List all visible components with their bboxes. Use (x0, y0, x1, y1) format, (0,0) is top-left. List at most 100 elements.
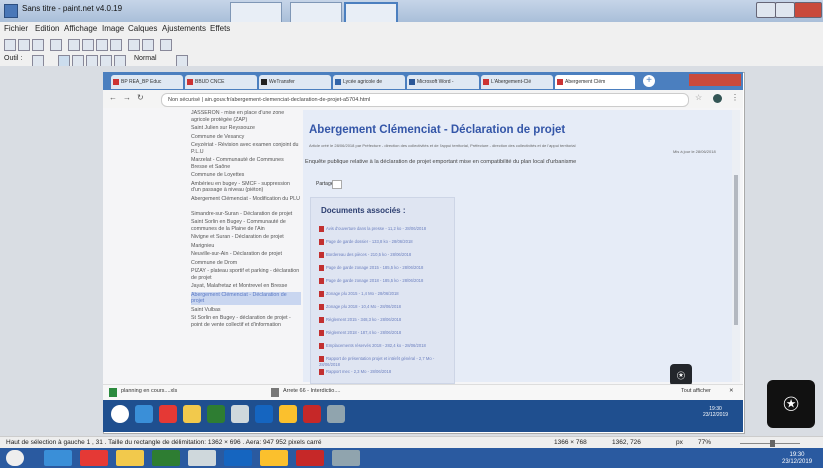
document-link[interactable]: Page de garde zonage 2018 - 185,5 ko - 2… (319, 278, 449, 284)
browser-tab[interactable]: Lycée agricole de (333, 75, 405, 89)
menu-ajustements[interactable]: Ajustements (162, 24, 206, 33)
start-button[interactable] (6, 450, 24, 466)
browser-tab[interactable]: Microsoft Word - (407, 75, 479, 89)
bookmark-star-icon[interactable]: ☆ (695, 93, 702, 102)
browser-tab[interactable]: WeTransfer (259, 75, 331, 89)
sidebar-item[interactable]: St Sorlin en Bugey - déclaration de proj… (191, 315, 301, 328)
menu-fichier[interactable]: Fichier (4, 24, 28, 33)
maximize-button[interactable] (775, 2, 795, 18)
download-item[interactable]: Arrete 66 - Interdictio.... (283, 388, 340, 394)
browser-tab-active[interactable]: Abergement Clém (555, 75, 635, 89)
document-link[interactable]: Bordereau des pièces - 210,5 ko - 28/06/… (319, 252, 449, 258)
acrobat-icon[interactable] (296, 450, 324, 466)
back-icon[interactable]: ← (109, 93, 117, 102)
blend-mode-select[interactable]: Normal (134, 55, 157, 62)
document-link[interactable]: Rapport mec - 2,3 Mo - 28/06/2018 (319, 369, 449, 375)
browser-window-controls[interactable] (689, 74, 741, 86)
paste-icon[interactable] (96, 39, 108, 51)
share-icon[interactable] (332, 180, 342, 189)
document-link[interactable]: Règlement 2018 - 187,4 ko - 28/06/2018 (319, 330, 449, 336)
document-link[interactable]: Emplacements réservés 2018 - 282,4 ko - … (319, 343, 449, 349)
explorer-icon[interactable] (116, 450, 144, 466)
start-button[interactable] (111, 405, 129, 423)
menu-effets[interactable]: Effets (210, 24, 230, 33)
new-icon[interactable] (4, 39, 16, 51)
sidebar-item[interactable]: Marzelat - Communauté de Communes Bresse… (191, 157, 301, 170)
sidebar-item[interactable]: Neuville-sur-Ain - Déclaration de projet (191, 251, 301, 258)
url-field[interactable]: Non sécurisé | ain.gouv.fr/abergement-cl… (161, 93, 689, 107)
accessibility-button[interactable]: ⍟ (767, 380, 815, 428)
app-icon[interactable] (231, 405, 249, 423)
image-thumbnail[interactable] (290, 2, 342, 24)
show-all-downloads-button[interactable]: Tout afficher (681, 388, 711, 394)
document-link[interactable]: Page de garde dossier - 133,8 ko - 28/06… (319, 239, 449, 245)
sidebar-item[interactable]: JASSERON - mise en place d'une zone agri… (191, 110, 301, 123)
browser-tab[interactable]: BBUD CNCE (185, 75, 257, 89)
sidebar-item[interactable]: PIZAY - plateau sportif et parking - déc… (191, 268, 301, 281)
sidebar-item[interactable]: Saint Vulbas (191, 307, 301, 314)
sidebar-item[interactable]: Ambérieu en bugey - SMCF - suppression d… (191, 181, 301, 194)
sidebar-item[interactable]: Nivigne et Suran - Déclaration de projet (191, 234, 301, 241)
minimize-button[interactable] (756, 2, 776, 18)
menu-image[interactable]: Image (102, 24, 124, 33)
sidebar-item[interactable]: Jayat, Malafretaz et Montrevel en Bresse (191, 283, 301, 290)
sidebar-item[interactable]: Saint Sorlin en Bugey - Communauté de co… (191, 219, 301, 232)
sidebar-item[interactable]: Commune de Loyettes (191, 172, 301, 179)
new-tab-icon[interactable]: + (643, 75, 655, 87)
paintnet-icon[interactable] (332, 450, 360, 466)
sidebar-item[interactable]: Abergement Clémenciat - Modification du … (191, 196, 301, 203)
browser-menu-icon[interactable]: ⋮ (731, 93, 739, 102)
browser-tab[interactable]: BP REA_BP Educ (111, 75, 183, 89)
menu-affichage[interactable]: Affichage (64, 24, 97, 33)
copy-icon[interactable] (82, 39, 94, 51)
reload-icon[interactable]: ↻ (137, 93, 144, 102)
open-icon[interactable] (18, 39, 30, 51)
word-icon[interactable] (224, 450, 252, 466)
sidebar-item[interactable]: Commune de Vesancy (191, 134, 301, 141)
cut-icon[interactable] (68, 39, 80, 51)
grid-icon[interactable] (160, 39, 172, 51)
undo-icon[interactable] (128, 39, 140, 51)
word-icon[interactable] (255, 405, 273, 423)
document-link[interactable]: Zonage plu 2018 - 10,4 Mo - 28/06/2018 (319, 304, 449, 310)
acrobat-icon[interactable] (303, 405, 321, 423)
chrome-icon[interactable] (159, 405, 177, 423)
menu-calques[interactable]: Calques (128, 24, 157, 33)
browser-tab[interactable]: L'Abergement-Clé (481, 75, 553, 89)
excel-icon[interactable] (207, 405, 225, 423)
sidebar-item[interactable]: Marignieu (191, 243, 301, 250)
document-link[interactable]: Règlement 2015 - 348,3 ko - 28/06/2018 (319, 317, 449, 323)
zoom-slider-thumb[interactable] (770, 440, 775, 447)
ie-icon[interactable] (135, 405, 153, 423)
scrollbar-thumb[interactable] (734, 175, 738, 325)
excel-icon[interactable] (152, 450, 180, 466)
document-link[interactable]: Avis d'ouverture dans la presse - 11,2 k… (319, 226, 449, 232)
sidebar-item[interactable]: Commune de Drom (191, 260, 301, 267)
chrome-icon[interactable] (80, 450, 108, 466)
sidebar-item[interactable]: Ceyzériat - Révision avec examen conjoin… (191, 142, 301, 155)
ie-icon[interactable] (44, 450, 72, 466)
document-link[interactable]: Page de garde zonage 2015 - 185,5 ko - 2… (319, 265, 449, 271)
sidebar-item[interactable]: Simandre-sur-Suran - Déclaration de proj… (191, 211, 301, 218)
save-icon[interactable] (32, 39, 44, 51)
profile-avatar[interactable] (713, 94, 722, 103)
crop-icon[interactable] (110, 39, 122, 51)
sidebar-item[interactable]: Saint Julien sur Reyssouze (191, 125, 301, 132)
sidebar-item[interactable]: Abergement Clémenciat - Déclaration de p… (191, 291, 301, 305)
redo-icon[interactable] (142, 39, 154, 51)
page-scrollbar[interactable] (732, 110, 740, 382)
zoom-level[interactable]: 77% (698, 439, 711, 446)
app-icon[interactable] (279, 405, 297, 423)
paintnet-icon[interactable] (327, 405, 345, 423)
app-icon[interactable] (188, 450, 216, 466)
image-thumbnail[interactable] (230, 2, 282, 24)
forward-icon[interactable]: → (123, 93, 131, 102)
explorer-icon[interactable] (183, 405, 201, 423)
menu-edition[interactable]: Edition (35, 24, 59, 33)
close-button[interactable] (794, 2, 822, 18)
close-downloads-icon[interactable]: ✕ (729, 388, 734, 394)
unit-select[interactable]: px (676, 439, 683, 446)
document-link[interactable]: Zonage plu 2015 - 1,4 Mo - 28/06/2018 (319, 291, 449, 297)
accessibility-icon[interactable]: ⍟ (670, 364, 692, 386)
print-icon[interactable] (50, 39, 62, 51)
